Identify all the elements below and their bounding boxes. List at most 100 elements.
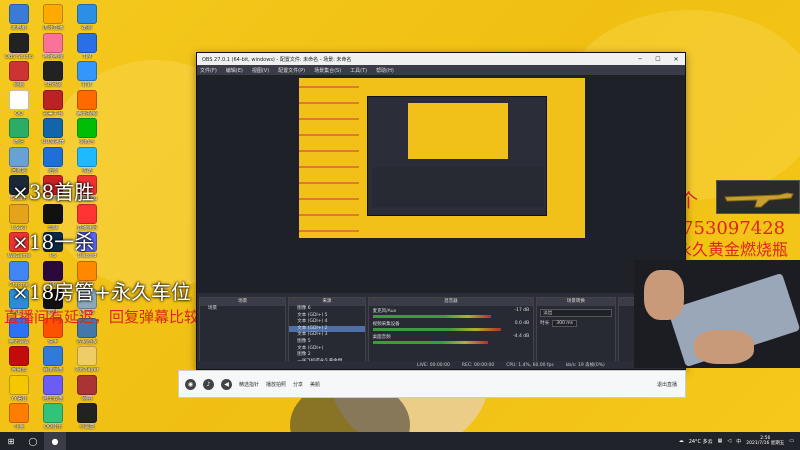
app-icon [43, 118, 63, 138]
source-item[interactable]: 图像 2 [289, 352, 364, 359]
close-icon[interactable]: ✕ [667, 56, 685, 63]
desktop-icon[interactable]: 此电脑 [2, 4, 36, 31]
duration-input[interactable]: 300 ms [552, 320, 577, 327]
app-icon [77, 32, 97, 53]
app-icon [9, 374, 29, 395]
desktop-icon[interactable]: 阿里云盘 [36, 374, 70, 402]
desktop-icon[interactable]: QQ音乐 [36, 403, 70, 430]
desktop-icon[interactable]: 哔哩哔哩 [36, 32, 70, 60]
obs-preview-canvas[interactable] [197, 75, 685, 293]
stream-bar-item[interactable]: 美颜 [310, 381, 320, 388]
source-item[interactable]: 文本 (GDI+) 3 [289, 332, 364, 339]
desktop-icon[interactable]: 斗鱼 [2, 403, 36, 430]
desktop-icon[interactable]: 爱奇艺 [70, 118, 104, 145]
desktop-icon-label: 哔哩哔哩 [42, 53, 63, 60]
volume-meter [372, 341, 488, 344]
duration-label: 时长 [540, 321, 550, 326]
rifle-icon [724, 192, 794, 208]
obs-menu-item[interactable]: 帮助(H) [376, 67, 394, 74]
desktop-icon[interactable]: 5E对战 [36, 61, 70, 88]
obs-menu-item[interactable]: 场景集合(S) [314, 67, 341, 74]
desktop-icon[interactable]: UU加速器 [36, 118, 70, 145]
obs-title-bar[interactable]: OBS 27.0.1 (64-bit, windows) - 配置文件: 未命名… [197, 53, 685, 65]
clock[interactable]: 2:56 2021/7/16 星期五 [746, 436, 784, 447]
desktop-icon[interactable]: 钉钉 [70, 61, 104, 88]
desktop-icon[interactable]: 网吧 [70, 374, 104, 402]
desktop-icon[interactable]: YY语音 [2, 374, 36, 402]
mixer-channel-db: -17 dB [514, 308, 530, 313]
avatar[interactable]: ◉ [185, 378, 196, 390]
maximize-icon[interactable]: ☐ [649, 56, 667, 63]
obs-menu-item[interactable]: 配置文件(P) [278, 67, 305, 74]
stream-bar-item[interactable]: 播放拍照 [266, 381, 286, 388]
obs-menu-item[interactable]: 文件(F) [200, 67, 217, 74]
obs-status-bar: LIVE: 00:00:00 REC: 00:00:00 CPU: 1.4%, … [197, 361, 685, 369]
notification-icon[interactable]: ▭ [789, 438, 794, 444]
desktop-icon[interactable]: 百度网盘 [36, 346, 70, 373]
desktop-icon[interactable]: 优酷 [70, 146, 104, 174]
desktop-icon-label: 网易 [13, 82, 24, 88]
desktop-icon[interactable]: QQ [2, 89, 36, 117]
volume-meter [372, 328, 501, 331]
mixer-channel-db: -4.4 dB [513, 334, 530, 339]
transition-select[interactable]: 淡出 [540, 309, 612, 317]
transitions-dock-title: 场景转换 [537, 298, 615, 306]
desktop-icon-label: 5E对战 [44, 82, 62, 88]
webcam-feed [634, 260, 800, 368]
app-icon [77, 118, 97, 138]
desktop-icon[interactable]: 回收站 [2, 146, 36, 174]
desktop-icon-label: 完美平台 [42, 110, 63, 117]
microphone-icon[interactable]: ♪ [203, 378, 214, 390]
app-icon [77, 403, 97, 423]
obs-menu-item[interactable]: 视图(V) [252, 67, 269, 74]
input-language[interactable]: 中 [736, 438, 741, 445]
desktop-icon-label: 阿里云盘 [42, 395, 63, 402]
desktop-icon-label: 此电脑 [11, 25, 27, 31]
desktop-icon[interactable]: 微信 [2, 118, 36, 145]
mixer-list: 麦克风/Aux -17 dB 视频采集设备 0.0 dB 桌面音频 -4.4 dB [369, 306, 534, 344]
desktop-icon[interactable]: PotPlayer [70, 346, 104, 373]
stream-bar-item[interactable]: 精选指针 [239, 381, 259, 388]
obs-taskbar-icon[interactable]: ● [44, 432, 66, 450]
desktop-icon[interactable]: TIM [70, 32, 104, 60]
source-item[interactable]: 文本 (GDI+) 4 [289, 319, 364, 326]
app-icon [77, 203, 97, 224]
desktop-icon[interactable]: 腾讯视频 [70, 89, 104, 117]
mixer-dock: 混音器 麦克风/Aux -17 dB 视频采集设备 0.0 dB 桌面音频 -4.4 dB [367, 297, 535, 367]
app-icon [43, 374, 63, 395]
speaker-icon[interactable]: ◀ [221, 378, 232, 390]
desktop-icon-label: 快手 [47, 338, 58, 345]
scenes-dock: 场景 场景 [199, 297, 287, 367]
app-icon [77, 146, 97, 167]
exit-live-button[interactable]: 退出直播 [657, 381, 677, 388]
volume-icon[interactable]: ◁ [727, 438, 731, 444]
status-live: LIVE: 00:00:00 [417, 362, 450, 368]
desktop-icon[interactable]: 酷狗 [70, 4, 104, 31]
desktop-icon[interactable]: 迅雷 [36, 146, 70, 174]
desktop-icon[interactable]: OBS Studio [2, 32, 36, 60]
desktop-icon-label: 迅雷 [47, 167, 58, 174]
desktop-icon-label: 虎牙直播 [42, 25, 63, 31]
source-item[interactable]: 图像 5 [289, 339, 364, 346]
obs-menu-item[interactable]: 工具(T) [350, 67, 367, 74]
desktop-icon[interactable]: 网易 [2, 61, 36, 88]
network-icon[interactable]: ▦ [718, 438, 723, 444]
obs-window[interactable]: OBS 27.0.1 (64-bit, windows) - 配置文件: 未命名… [196, 52, 686, 370]
stream-bar-item[interactable]: 分享 [293, 381, 303, 388]
start-icon[interactable]: ⊞ [0, 432, 22, 450]
status-cpu: CPU: 1.4%, 60.00 fps [506, 362, 554, 368]
taskbar: ⊞ ◯ ● ☁ 24°C 多云 ▦ ◁ 中 2:56 2021/7/16 星期五… [0, 432, 800, 450]
weather-icon: ☁ [678, 438, 684, 444]
search-icon[interactable]: ◯ [22, 432, 44, 450]
minimize-icon[interactable]: ─ [631, 56, 649, 63]
source-item[interactable]: 图像 6 [289, 306, 364, 313]
desktop-icon[interactable]: 小黑盒 [70, 403, 104, 430]
desktop-icon-label: 优酷 [81, 167, 92, 174]
desktop-icon[interactable]: 完美平台 [36, 89, 70, 117]
desktop-icon-label: 网吧 [81, 395, 92, 402]
overlay-moderator: ×18房管+永久车位 [12, 280, 191, 304]
desktop-icon[interactable]: 网易云 [2, 346, 36, 373]
obs-menu-item[interactable]: 编辑(E) [226, 67, 243, 74]
scene-item[interactable]: 场景 [200, 306, 285, 313]
desktop-icon[interactable]: 虎牙直播 [36, 4, 70, 31]
